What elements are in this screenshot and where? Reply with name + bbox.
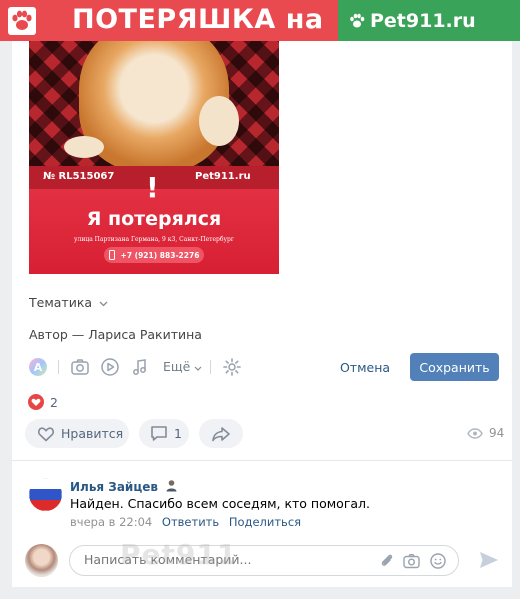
like-button[interactable]: Нравится bbox=[25, 419, 129, 448]
poster-site: Pet911.ru bbox=[195, 171, 251, 182]
comments-count: 1 bbox=[174, 426, 182, 441]
paw-logo-icon bbox=[0, 0, 43, 41]
toolbar-divider bbox=[210, 360, 211, 374]
svg-text:A: A bbox=[34, 361, 43, 374]
reactions-summary[interactable]: 2 bbox=[28, 394, 58, 410]
cat-paw bbox=[199, 96, 239, 146]
banner-site-label: Pet911.ru bbox=[370, 9, 476, 32]
banner-site-link[interactable]: Pet911.ru bbox=[338, 0, 520, 41]
heart-icon bbox=[28, 394, 44, 410]
comment-icon bbox=[151, 426, 167, 441]
comment-author-name: Илья Зайцев bbox=[70, 480, 158, 494]
comments-divider bbox=[12, 460, 512, 461]
exclamation-icon: ! bbox=[146, 171, 159, 204]
banner-title: ПОТЕРЯШКА на bbox=[72, 4, 324, 35]
lost-pet-poster-image[interactable]: № RL515067 Pet911.ru ! Я потерялся улица… bbox=[29, 41, 279, 274]
author-line: Автор — Лариса Ракитина bbox=[29, 327, 202, 342]
views-counter: 94 bbox=[467, 426, 504, 440]
color-theme-icon[interactable]: A bbox=[28, 357, 48, 381]
person-emoji-icon bbox=[166, 480, 177, 492]
comment-author-link[interactable]: Илья Зайцев bbox=[70, 479, 178, 494]
paw-icon bbox=[350, 13, 365, 27]
smile-icon[interactable] bbox=[430, 553, 446, 569]
like-label: Нравится bbox=[61, 426, 124, 441]
poster-phone-number: +7 (921) 883-2276 bbox=[120, 250, 200, 260]
toolbar-divider bbox=[58, 360, 59, 374]
pet911-banner: ПОТЕРЯШКА на Pet911.ru bbox=[0, 0, 520, 41]
poster-phone: +7 (921) 883-2276 bbox=[104, 247, 204, 263]
comment-button[interactable]: 1 bbox=[139, 419, 189, 448]
camera-icon[interactable] bbox=[70, 357, 90, 381]
likes-count: 2 bbox=[50, 394, 58, 410]
paperclip-icon[interactable] bbox=[379, 553, 395, 569]
topic-label: Тематика bbox=[29, 295, 93, 310]
comment-meta: вчера в 22:04 Ответить Поделиться bbox=[70, 515, 301, 529]
share-icon bbox=[212, 426, 230, 441]
more-label: Ещё bbox=[163, 359, 191, 374]
poster-address: улица Партизана Германа, 9 к3, Санкт-Пет… bbox=[74, 236, 234, 243]
save-button[interactable]: Сохранить bbox=[410, 353, 499, 381]
send-icon[interactable] bbox=[479, 551, 499, 569]
gear-icon[interactable] bbox=[222, 357, 242, 381]
cancel-button[interactable]: Отмена bbox=[330, 353, 400, 381]
comment-time[interactable]: вчера в 22:04 bbox=[70, 515, 152, 529]
video-icon[interactable] bbox=[100, 357, 120, 381]
poster-number: № RL515067 bbox=[43, 171, 115, 182]
share-comment-link[interactable]: Поделиться bbox=[229, 515, 301, 529]
poster-headline: Я потерялся bbox=[86, 208, 222, 230]
my-avatar[interactable] bbox=[25, 544, 58, 577]
more-attachments-menu[interactable]: Ещё bbox=[163, 359, 202, 374]
camera-icon[interactable] bbox=[403, 553, 420, 569]
share-button[interactable] bbox=[199, 419, 243, 448]
views-count: 94 bbox=[489, 426, 505, 440]
chevron-down-icon bbox=[194, 366, 202, 371]
reply-link[interactable]: Ответить bbox=[162, 515, 219, 529]
eye-icon bbox=[467, 427, 483, 439]
music-icon[interactable] bbox=[130, 357, 150, 381]
commenter-avatar[interactable] bbox=[29, 478, 62, 511]
phone-icon bbox=[108, 250, 115, 260]
comment-text: Найден. Спасибо всем соседям, кто помога… bbox=[70, 496, 371, 511]
cat-paw bbox=[64, 136, 104, 158]
topic-dropdown[interactable]: Тематика bbox=[29, 295, 108, 310]
pet911-watermark: Pet911 bbox=[120, 538, 238, 571]
chevron-down-icon bbox=[99, 301, 108, 307]
heart-outline-icon bbox=[38, 426, 54, 441]
